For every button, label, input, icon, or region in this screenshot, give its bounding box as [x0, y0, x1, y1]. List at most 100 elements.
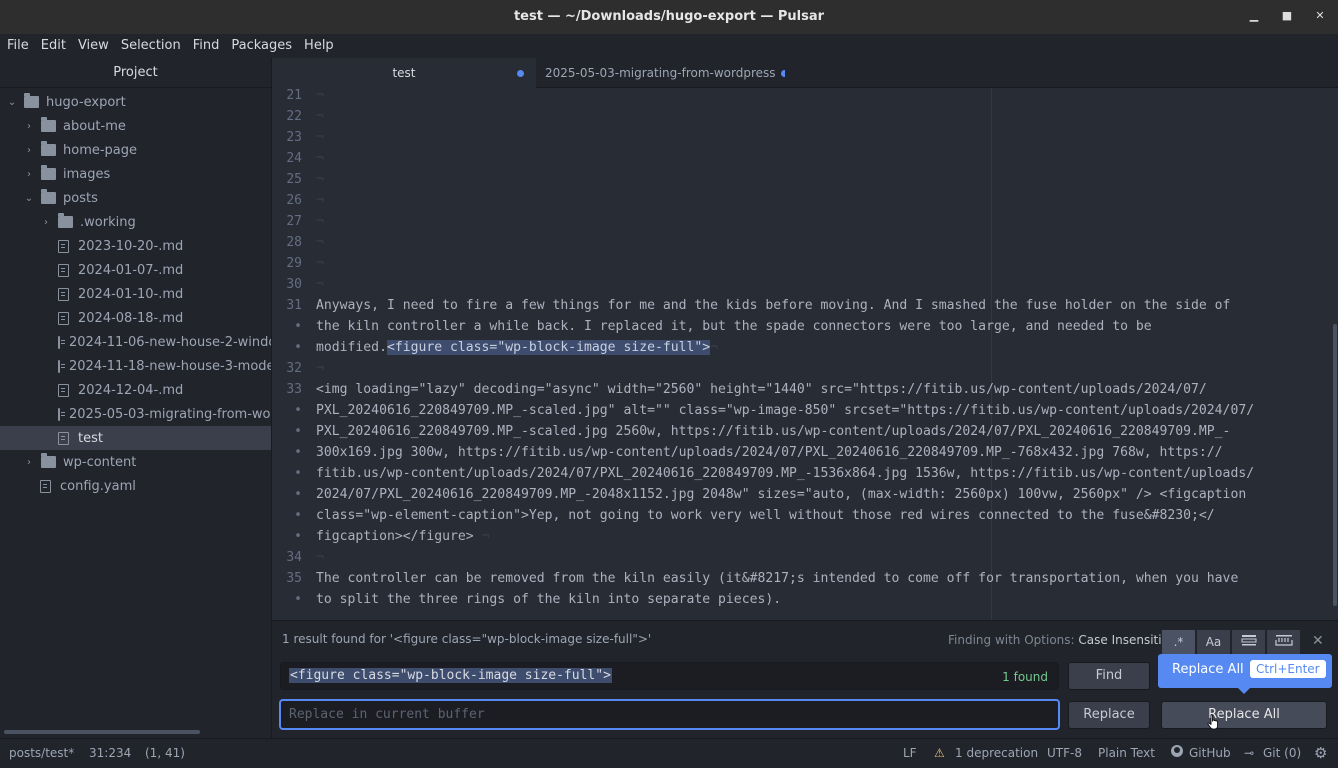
code-line: 2024/07/PXL_20240616_220849709.MP_-2048x… — [316, 487, 1247, 502]
folder-icon — [41, 165, 56, 180]
line-number: 33 — [286, 382, 302, 397]
status-file-path[interactable]: posts/test* — [9, 746, 74, 760]
status-encoding[interactable]: UTF-8 — [1047, 746, 1082, 760]
folder-icon — [58, 213, 73, 228]
code-line: fitib.us/wp-content/uploads/2024/07/PXL_… — [316, 466, 1255, 481]
code-line: to split the three rings of the kiln int… — [316, 592, 782, 607]
code-line: modified.<figure class="wp-block-image s… — [316, 340, 718, 355]
menu-find[interactable]: Find — [187, 34, 226, 58]
tree-item-file[interactable]: 2024-01-07-.md — [0, 258, 271, 282]
code-line: ¬ — [316, 88, 324, 103]
tree-item-working[interactable]: › .working — [0, 210, 271, 234]
tooltip-arrow — [1238, 688, 1250, 694]
tree-item-wp-content[interactable]: › wp-content — [0, 450, 271, 474]
eol-marker: ¬ — [481, 529, 490, 544]
tree-item-label: about-me — [63, 118, 126, 134]
file-icon — [58, 359, 65, 373]
tab-test[interactable]: test — [272, 58, 536, 88]
whole-word-icon — [1274, 635, 1293, 646]
tree-item-file[interactable]: 2023-10-20-.md — [0, 234, 271, 258]
code-line: <img loading="lazy" decoding="async" wid… — [316, 382, 1207, 397]
close-panel-icon[interactable]: ✕ — [1312, 633, 1324, 649]
tree-item-test-selected[interactable]: test — [0, 426, 271, 450]
line-number: • — [294, 487, 302, 502]
modified-dot-icon — [517, 70, 524, 77]
title-bar: test — ~/Downloads/hugo-export — Pulsar … — [0, 0, 1338, 34]
status-cursor-position[interactable]: 31:234 — [89, 746, 131, 760]
find-input[interactable]: <figure class="wp-block-image size-full"… — [280, 662, 1059, 690]
line-number: • — [294, 466, 302, 481]
tree-item-file[interactable]: 2025-05-03-migrating-from-wordpre — [0, 402, 271, 426]
code-line: ¬ — [316, 130, 324, 145]
status-line-ending[interactable]: LF — [903, 746, 917, 760]
status-bar: posts/test* 31:234 (1, 41) LF ⚠ 1 deprec… — [0, 738, 1338, 768]
chevron-right-icon: › — [44, 216, 48, 228]
menu-view[interactable]: View — [72, 34, 115, 58]
tree-item-file[interactable]: 2024-08-18-.md — [0, 306, 271, 330]
code-line: ¬ — [316, 550, 324, 565]
find-button[interactable]: Find — [1068, 662, 1150, 690]
tree-item-images[interactable]: › images — [0, 162, 271, 186]
find-result-description: 1 result found for '<figure class="wp-bl… — [282, 632, 652, 646]
tree-item-file[interactable]: 2024-11-18-new-house-3-modeling- — [0, 354, 271, 378]
find-input-value: <figure class="wp-block-image size-full"… — [289, 668, 612, 683]
status-grammar[interactable]: Plain Text — [1098, 746, 1155, 760]
menu-edit[interactable]: Edit — [35, 34, 72, 58]
replace-all-button[interactable]: Replace All — [1161, 701, 1327, 729]
file-icon — [58, 431, 69, 445]
regex-toggle-button[interactable]: .* — [1162, 630, 1196, 654]
git-commit-icon: ⊸ — [1244, 746, 1255, 760]
menu-packages[interactable]: Packages — [225, 34, 298, 58]
tree-item-label: 2024-01-07-.md — [78, 262, 184, 278]
tree-item-file[interactable]: 2024-01-10-.md — [0, 282, 271, 306]
menu-help[interactable]: Help — [298, 34, 340, 58]
maximize-icon[interactable]: ■ — [1279, 8, 1295, 24]
find-result-count: 1 found — [1002, 670, 1048, 684]
tab-label: 2025-05-03-migrating-from-wordpress-to-h — [545, 66, 775, 80]
whole-word-toggle-button[interactable] — [1267, 630, 1301, 654]
minimize-icon[interactable]: ▁ — [1246, 8, 1262, 24]
tree-item-home-page[interactable]: › home-page — [0, 138, 271, 162]
tooltip-label: Replace All — [1172, 662, 1244, 677]
tree-item-about-me[interactable]: › about-me — [0, 114, 271, 138]
close-window-icon[interactable]: ✕ — [1312, 8, 1328, 24]
line-number: 29 — [286, 256, 302, 271]
vertical-scrollbar[interactable] — [1333, 324, 1337, 606]
status-git[interactable]: Git (0) — [1263, 746, 1301, 760]
line-number: 26 — [286, 193, 302, 208]
case-sensitive-toggle-button[interactable]: Aa — [1197, 630, 1231, 654]
github-icon — [1170, 744, 1184, 761]
folder-icon — [41, 189, 56, 204]
tree-item-file[interactable]: 2024-12-04-.md — [0, 378, 271, 402]
file-icon — [58, 239, 69, 253]
code-line: PXL_20240616_220849709.MP_-scaled.jpg" a… — [316, 403, 1255, 418]
tree-item-config[interactable]: config.yaml — [0, 474, 271, 498]
menu-file[interactable]: File — [1, 34, 35, 58]
tab-migrating[interactable]: 2025-05-03-migrating-from-wordpress-to-h — [545, 58, 785, 88]
menu-selection[interactable]: Selection — [115, 34, 187, 58]
tree-item-posts[interactable]: ⌄ posts — [0, 186, 271, 210]
code-text: figcaption></figure> — [316, 529, 474, 544]
in-selection-toggle-button[interactable] — [1232, 630, 1266, 654]
status-deprecation[interactable]: 1 deprecation — [955, 746, 1038, 760]
eol-marker: ¬ — [710, 340, 719, 355]
tree-item-label: home-page — [63, 142, 138, 158]
replace-button[interactable]: Replace — [1068, 701, 1150, 729]
code-line: ¬ — [316, 256, 324, 271]
settings-gear-icon[interactable]: ⚙ — [1314, 744, 1327, 762]
replace-input-field[interactable] — [281, 701, 1058, 728]
find-options-summary: Finding with Options: Case Insensitive — [948, 633, 1176, 647]
tree-item-label: 2024-11-06-new-house-2-window-fil — [69, 334, 271, 350]
tree-root[interactable]: ⌄ hugo-export — [0, 90, 271, 114]
horizontal-scrollbar[interactable] — [4, 730, 200, 734]
code-line: ¬ — [316, 235, 324, 250]
code-line: 300x169.jpg 300w, https://fitib.us/wp-co… — [316, 445, 1223, 460]
status-selection-count: (1, 41) — [145, 746, 185, 760]
code-line: ¬ — [316, 151, 324, 166]
text-editor[interactable]: 21 22 23 24 25 26 27 28 29 30 31 • • 32 33 • • • • • • • 34 35 •… — [272, 88, 1338, 620]
line-number: • — [294, 445, 302, 460]
status-github[interactable]: GitHub — [1189, 746, 1231, 760]
replace-input[interactable] — [280, 700, 1059, 729]
tree-view-title: Project — [0, 58, 271, 88]
tree-item-file[interactable]: 2024-11-06-new-house-2-window-fil — [0, 330, 271, 354]
